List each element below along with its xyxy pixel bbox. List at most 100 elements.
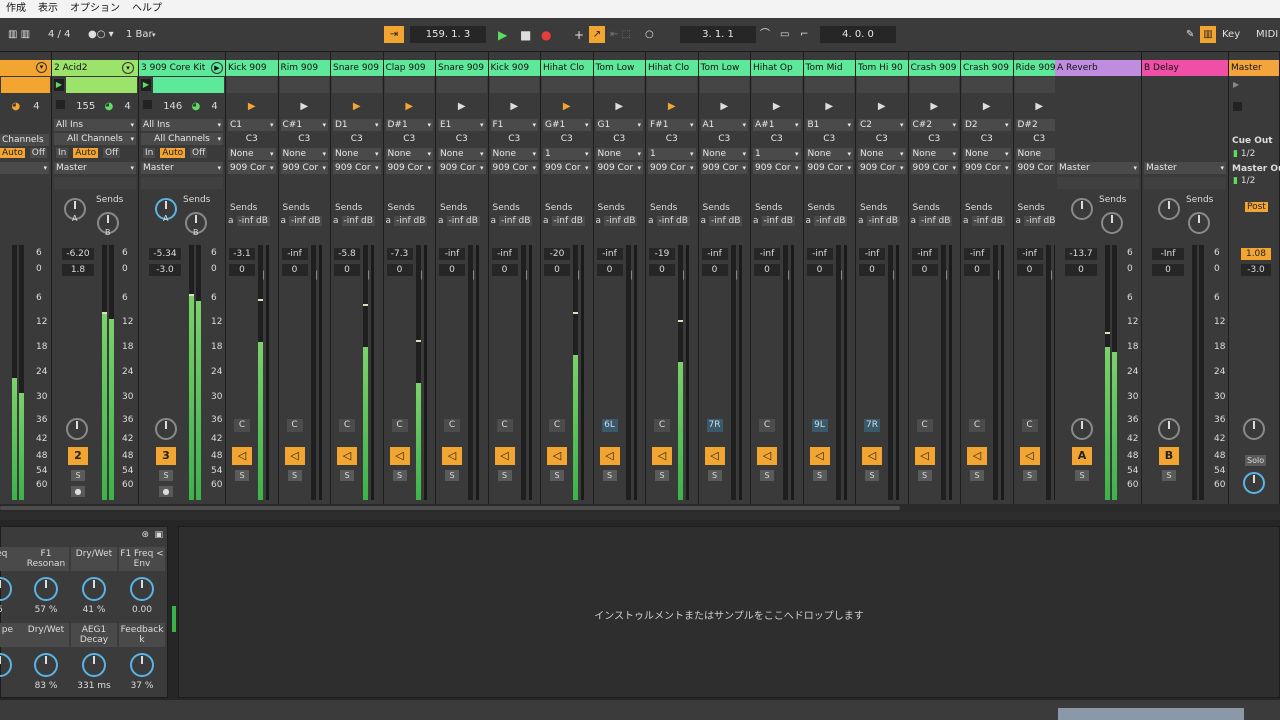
volume-value[interactable]: -inf <box>964 248 990 260</box>
return-name[interactable]: B Delay <box>1142 60 1228 76</box>
post-button[interactable]: Post <box>1245 202 1268 212</box>
send-a-knob[interactable] <box>1158 198 1180 220</box>
solo-button[interactable]: S <box>287 470 302 481</box>
input-type-select[interactable]: All Ins ▾ <box>54 119 136 131</box>
output-select[interactable]: 909 Cor▾ <box>543 162 591 174</box>
chain-activator-button[interactable]: ◁ <box>547 447 567 465</box>
output-channel-select[interactable] <box>1144 177 1226 189</box>
volume-value[interactable]: -inf <box>911 248 938 260</box>
chain-name[interactable]: Crash 909 <box>908 60 960 76</box>
play-chain-icon[interactable]: ▶ <box>331 98 383 116</box>
volume-value[interactable]: -7.3 <box>386 248 413 260</box>
pan-value[interactable]: 0 <box>229 264 255 276</box>
solo-button[interactable]: S <box>1022 470 1037 481</box>
output-select[interactable]: Master ▾ <box>141 162 223 174</box>
menu-help[interactable]: ヘルプ <box>126 0 168 18</box>
send-a-value[interactable]: a -inf dB <box>858 216 900 226</box>
clip-slot[interactable] <box>542 77 592 93</box>
output-channel-select[interactable] <box>54 177 136 189</box>
menu-create[interactable]: 作成 <box>0 0 32 18</box>
stop-all-icon[interactable] <box>1233 102 1242 111</box>
volume-value[interactable]: -3.1 <box>229 248 255 260</box>
clip-slot[interactable] <box>332 77 382 93</box>
play-note-value[interactable]: C3 <box>648 133 696 145</box>
pan-value[interactable]: 0 <box>1152 264 1184 276</box>
play-chain-icon[interactable]: ▶ <box>804 98 856 116</box>
receive-note-select[interactable]: G1 ▾ <box>595 119 643 131</box>
clip-slot[interactable] <box>752 77 802 93</box>
pan-knob[interactable] <box>66 418 88 440</box>
receive-note-select[interactable]: A1 ▾ <box>700 119 748 131</box>
volume-value[interactable]: -inf <box>439 248 465 260</box>
monitor-auto-button[interactable]: Auto <box>160 148 186 158</box>
solo-button[interactable]: S <box>1162 470 1176 481</box>
menu-options[interactable]: オプション <box>64 0 126 18</box>
choke-select[interactable]: None▾ <box>595 148 643 160</box>
song-position[interactable]: 159. 1. 3 <box>410 26 486 43</box>
clip-slot[interactable] <box>437 77 487 93</box>
volume-value[interactable]: -5.8 <box>334 248 360 260</box>
output-select[interactable]: 909 Cor▾ <box>438 162 486 174</box>
pan-knob[interactable] <box>1243 418 1265 440</box>
chain-name[interactable]: Kick 909 <box>488 60 540 76</box>
macro-param[interactable]: C1 pe <box>0 623 23 681</box>
solo-button[interactable]: S <box>445 470 459 481</box>
play-note-value[interactable]: C3 <box>228 133 276 145</box>
automation-arm-icon[interactable]: ↗ <box>589 26 605 43</box>
output-select[interactable]: Master ▾ <box>1144 162 1226 174</box>
output-select[interactable]: Master ▾ <box>1057 162 1139 174</box>
cue-volume-knob[interactable] <box>1243 472 1265 494</box>
pan-center-button[interactable]: C <box>234 419 250 432</box>
param-knob[interactable] <box>82 577 106 601</box>
solo-button[interactable]: S <box>917 470 932 481</box>
pan-center-button[interactable]: C <box>339 419 355 432</box>
chain-activator-button[interactable]: ◁ <box>1019 447 1040 465</box>
back-to-arrangement-icon[interactable]: ⇤ ⬚ <box>610 27 631 43</box>
metronome-icon[interactable]: ●○ ▾ <box>88 27 114 43</box>
send-a-value[interactable]: a -inf dB <box>438 216 480 226</box>
volume-value[interactable]: -inf <box>281 248 308 260</box>
return-activator-button[interactable]: B <box>1159 447 1179 465</box>
keyboard-icon[interactable]: ▥ <box>1200 26 1216 43</box>
input-channel-select[interactable]: Channels <box>0 134 49 146</box>
loop-start[interactable]: 3. 1. 1 <box>680 26 756 43</box>
pan-value[interactable]: 0 <box>491 264 518 276</box>
volume-value[interactable]: -19 <box>649 248 675 260</box>
receive-note-select[interactable]: F1 ▾ <box>490 119 538 131</box>
play-note-value[interactable]: C3 <box>438 133 486 145</box>
volume-value[interactable]: -inf <box>806 248 833 260</box>
output-select[interactable]: 909 Cor▾ <box>700 162 748 174</box>
chevron-down-icon[interactable]: ▾ <box>36 62 47 73</box>
solo-button[interactable]: S <box>655 470 669 481</box>
play-chain-icon[interactable]: ▶ <box>594 98 646 116</box>
clip-slot[interactable] <box>66 77 137 93</box>
chain-activator-button[interactable]: ◁ <box>652 447 672 465</box>
pan-knob[interactable] <box>1071 418 1093 440</box>
volume-value[interactable]: -inf <box>859 248 885 260</box>
choke-select[interactable]: None▾ <box>490 148 538 160</box>
pan-value[interactable]: 1.8 <box>62 264 94 276</box>
play-clip-icon[interactable]: ▶ <box>141 79 151 91</box>
pan-center-button[interactable]: C <box>759 419 775 432</box>
choke-select[interactable]: 1 ▾ <box>648 148 696 160</box>
choke-select[interactable]: None▾ <box>280 148 328 160</box>
choke-select[interactable]: 1 ▾ <box>543 148 591 160</box>
param-knob[interactable] <box>34 577 58 601</box>
menu-view[interactable]: 表示 <box>32 0 64 18</box>
choke-select[interactable]: None▾ <box>963 148 1011 160</box>
param-knob[interactable] <box>34 653 58 677</box>
send-a-value[interactable]: a -inf dB <box>963 216 1005 226</box>
play-chain-icon[interactable]: ▶ <box>909 98 961 116</box>
punch-in-icon[interactable]: ⌒ <box>760 27 770 43</box>
volume-value[interactable]: -5.34 <box>149 248 181 260</box>
play-note-value[interactable]: C3 <box>910 133 958 145</box>
input-type-select[interactable]: All Ins ▾ <box>141 119 223 131</box>
master-pan[interactable]: -3.0 <box>1241 264 1271 276</box>
play-note-value[interactable]: C3 <box>700 133 748 145</box>
record-icon[interactable]: ● <box>541 27 551 43</box>
choke-select[interactable]: None▾ <box>700 148 748 160</box>
send-a-value[interactable]: a -inf dB <box>806 216 848 226</box>
play-note-value[interactable]: C3 <box>280 133 328 145</box>
solo-button[interactable]: S <box>1075 470 1089 481</box>
input-channel-select[interactable]: All Channels ▾ <box>141 133 223 145</box>
